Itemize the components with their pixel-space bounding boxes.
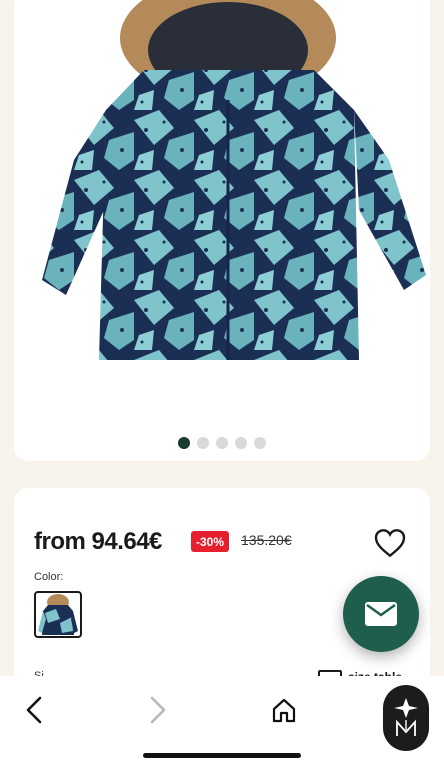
chevron-right-icon: [150, 696, 166, 724]
original-price: 135.20€: [241, 532, 292, 548]
product-image-card: [14, 0, 430, 461]
gallery-dot[interactable]: [197, 437, 209, 449]
contact-button[interactable]: [343, 576, 419, 652]
product-image[interactable]: [14, 0, 430, 390]
back-button[interactable]: [14, 690, 54, 730]
chevron-left-icon: [26, 696, 42, 724]
price: from 94.64€: [34, 528, 162, 555]
gallery-dot[interactable]: [235, 437, 247, 449]
gallery-pagination: [14, 437, 430, 449]
home-icon: [272, 698, 296, 723]
gallery-dot[interactable]: [178, 437, 190, 449]
mail-icon: [365, 602, 397, 626]
color-swatch[interactable]: [34, 591, 82, 638]
home-indicator[interactable]: [143, 753, 301, 758]
gallery-dot[interactable]: [254, 437, 266, 449]
gallery-dot[interactable]: [216, 437, 228, 449]
color-label: Color:: [34, 571, 64, 583]
discount-badge: -30%: [191, 531, 229, 552]
forward-button[interactable]: [138, 690, 178, 730]
home-button[interactable]: [264, 690, 304, 730]
heart-outline-icon[interactable]: [374, 528, 406, 558]
brand-button[interactable]: [383, 685, 429, 751]
brand-logo-icon: [394, 698, 418, 736]
